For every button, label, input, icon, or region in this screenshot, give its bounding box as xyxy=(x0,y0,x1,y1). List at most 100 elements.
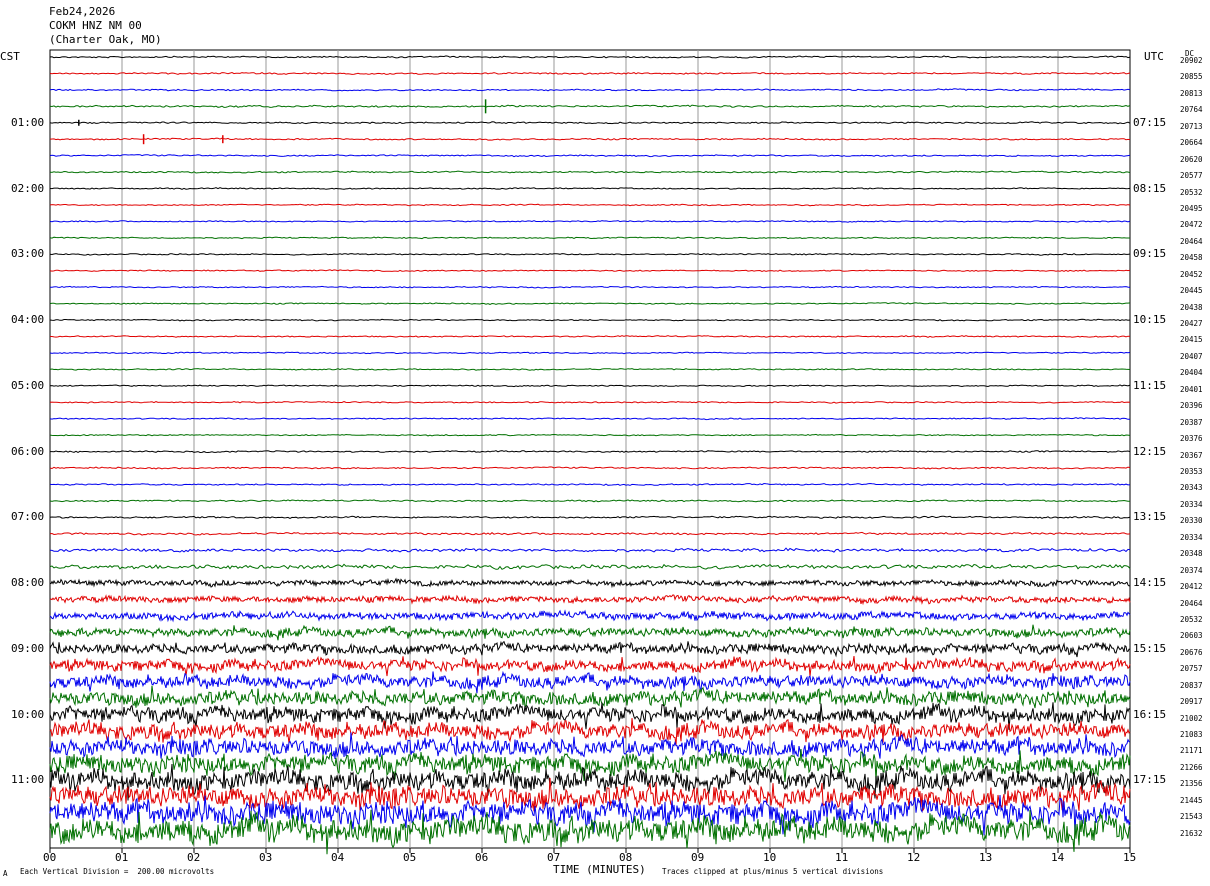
trace-28 xyxy=(49,499,1131,503)
dc-offset-value: 20620 xyxy=(1180,154,1203,164)
trace-35 xyxy=(49,609,1131,623)
right-hour-label: 14:15 xyxy=(1133,576,1167,590)
dc-offset-value: 20464 xyxy=(1180,598,1203,608)
x-tick-label: 01 xyxy=(115,851,129,864)
trace-32 xyxy=(49,563,1131,570)
trace-31 xyxy=(49,547,1131,553)
dc-offset-value: 20764 xyxy=(1180,105,1203,115)
trace-43 xyxy=(49,732,1131,760)
right-hour-label: 15:15 xyxy=(1133,641,1167,655)
dc-offset-value: 20376 xyxy=(1180,434,1203,444)
left-hour-label: 02:00 xyxy=(11,181,45,195)
dc-offset-value: 20387 xyxy=(1180,417,1203,427)
trace-8 xyxy=(49,170,1131,174)
trace-11 xyxy=(49,220,1131,223)
dc-offset-value: 21632 xyxy=(1180,828,1203,838)
right-hour-label: 12:15 xyxy=(1133,444,1167,458)
trace-2 xyxy=(49,71,1131,75)
x-tick-label: 04 xyxy=(331,851,345,864)
left-hour-label: 10:00 xyxy=(11,707,45,721)
left-hour-label: 08:00 xyxy=(11,576,45,590)
trace-5 xyxy=(49,121,1131,125)
right-hour-label: 11:15 xyxy=(1133,378,1167,392)
left-hour-label: 09:00 xyxy=(11,641,45,655)
trace-21 xyxy=(49,384,1131,388)
trace-14 xyxy=(49,269,1131,273)
right-hour-label: 13:15 xyxy=(1133,510,1167,524)
right-hour-label: 16:15 xyxy=(1133,707,1167,721)
trace-42 xyxy=(49,718,1131,746)
scale-note: Each Vertical Division = 200.00 microvol… xyxy=(20,867,215,876)
left-hour-label: 05:00 xyxy=(11,378,45,392)
dc-offset-value: 21171 xyxy=(1180,746,1203,756)
corner-mark: A xyxy=(3,869,8,878)
trace-34 xyxy=(49,594,1131,606)
right-hour-label: 07:15 xyxy=(1133,115,1167,129)
x-tick-label: 06 xyxy=(475,851,489,864)
dc-offset-value: 20664 xyxy=(1180,138,1203,148)
x-tick-label: 10 xyxy=(763,851,777,864)
x-tick-label: 15 xyxy=(1123,851,1137,864)
clip-note: Traces clipped at plus/minus 5 vertical … xyxy=(662,867,884,876)
dc-offset-value: 20532 xyxy=(1180,187,1203,197)
dc-offset-value: 20415 xyxy=(1180,335,1203,345)
trace-30 xyxy=(49,531,1131,536)
dc-offset-value: 20334 xyxy=(1180,532,1203,542)
dc-offset-value: 20438 xyxy=(1180,302,1203,312)
x-tick-label: 02 xyxy=(187,851,201,864)
trace-45 xyxy=(49,763,1131,801)
trace-25 xyxy=(50,450,1131,454)
dc-offset-value: 20427 xyxy=(1180,319,1203,329)
trace-9 xyxy=(49,187,1131,190)
trace-22 xyxy=(49,400,1131,404)
trace-13 xyxy=(49,253,1131,256)
trace-1 xyxy=(49,55,1131,59)
dc-offset-value: 20407 xyxy=(1180,351,1203,361)
dc-offset-value: 20458 xyxy=(1180,253,1203,263)
dc-offset-value: 21083 xyxy=(1180,730,1203,740)
dc-offset-value: 21543 xyxy=(1180,812,1203,822)
left-hour-label: 03:00 xyxy=(11,247,45,261)
dc-offset-value: 20330 xyxy=(1180,516,1203,526)
trace-26 xyxy=(49,466,1131,470)
right-hour-label: 17:15 xyxy=(1133,773,1167,787)
dc-offset-value: 20472 xyxy=(1180,220,1203,230)
trace-3 xyxy=(49,88,1131,92)
dc-offset-value: 20837 xyxy=(1180,680,1203,690)
x-tick-label: 12 xyxy=(907,851,921,864)
dc-offset-value: 20813 xyxy=(1180,88,1203,98)
trace-16 xyxy=(49,302,1131,305)
dc-offset-value: 20676 xyxy=(1180,647,1203,657)
trace-40 xyxy=(49,685,1131,709)
dc-offset-value: 20334 xyxy=(1180,499,1203,509)
dc-offset-value: 20353 xyxy=(1180,467,1203,476)
dc-offset-value: 21266 xyxy=(1180,762,1203,772)
trace-18 xyxy=(50,335,1131,338)
trace-46 xyxy=(49,777,1131,812)
trace-4 xyxy=(49,104,1131,108)
dc-offset-value: 20404 xyxy=(1180,368,1203,378)
trace-10 xyxy=(49,203,1131,207)
dc-offset-value: 20401 xyxy=(1180,384,1203,394)
dc-offset-value: 20855 xyxy=(1180,72,1203,82)
left-hour-label: 01:00 xyxy=(11,115,45,129)
trace-37 xyxy=(49,640,1131,658)
trace-41 xyxy=(49,702,1131,730)
right-hour-label: 09:15 xyxy=(1133,247,1167,261)
x-tick-label: 14 xyxy=(1051,851,1065,864)
x-tick-label: 09 xyxy=(691,851,705,864)
x-tick-label: 03 xyxy=(259,851,273,864)
dc-offset-value: 20348 xyxy=(1180,549,1203,559)
right-hour-label: 08:15 xyxy=(1133,181,1167,195)
trace-27 xyxy=(49,482,1131,486)
dc-offset-value: 20917 xyxy=(1180,697,1203,707)
dc-offset-value: 20603 xyxy=(1180,631,1203,641)
dc-offset-value: 21002 xyxy=(1180,713,1203,723)
trace-23 xyxy=(49,417,1130,421)
dc-offset-value: 20452 xyxy=(1180,269,1203,279)
trace-6 xyxy=(49,137,1131,141)
trace-7 xyxy=(49,154,1131,158)
right-hour-label: 10:15 xyxy=(1133,313,1167,327)
dc-offset-value: 20532 xyxy=(1180,614,1203,624)
trace-20 xyxy=(49,368,1131,371)
